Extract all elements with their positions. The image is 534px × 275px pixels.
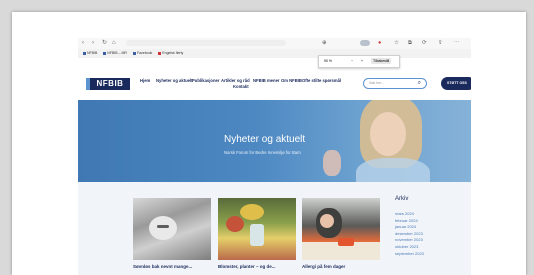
zoom-in-button[interactable]: +: [361, 56, 363, 67]
document-page: ‹ › ↻ ⌂ ⊕ ● ☆ ⧉ ⟳ ⇪ ⋯ NFBIB NFBIB – MR F…: [12, 12, 526, 275]
archive-link[interactable]: oktober 2023: [395, 244, 461, 251]
post-thumbnail[interactable]: [218, 198, 296, 260]
zoom-level: 90 %: [324, 59, 332, 63]
menu-item-publikasjoner[interactable]: Publikasjoner: [192, 78, 219, 83]
archive-link[interactable]: januar 2024: [395, 224, 461, 231]
reload-icon[interactable]: ↻: [102, 40, 107, 46]
profile-avatar[interactable]: [360, 40, 370, 46]
baby-eye-shape: [157, 225, 169, 228]
bookmarks-bar: NFBIB NFBIB – MR Facebook Engelsk flerty: [78, 49, 471, 58]
zoom-reset-button[interactable]: Tilbakestill: [371, 58, 392, 64]
site-header: NFBIB Hjem Nyheter og aktuelt Publikasjo…: [78, 68, 471, 100]
flower-shape: [226, 216, 244, 232]
child-face-shape: [320, 214, 334, 228]
forward-icon[interactable]: ›: [92, 40, 94, 46]
bookmark-icon: [103, 51, 107, 55]
browser-toolbar: ‹ › ↻ ⌂ ⊕ ● ☆ ⧉ ⟳ ⇪ ⋯: [78, 38, 471, 49]
hero-shirt-shape: [356, 158, 430, 182]
zoom-out-button[interactable]: −: [351, 56, 353, 67]
news-content: Søvnløs bak nevnt mange... Blomster, pla…: [78, 182, 471, 275]
bookmark-item[interactable]: NFBIB – MR: [103, 51, 127, 55]
post-thumbnail[interactable]: [302, 198, 380, 260]
post-title[interactable]: Allergi på fem dager: [302, 264, 345, 269]
toy-shape: [338, 238, 354, 246]
bookmark-item[interactable]: Facebook: [132, 51, 152, 55]
post-title[interactable]: Søvnløs bak nevnt mange...: [133, 264, 192, 269]
support-button[interactable]: STØTT OSS: [441, 77, 471, 90]
bookmark-item[interactable]: NFBIB: [83, 51, 97, 55]
hero-child-image: [354, 100, 432, 182]
archive-link[interactable]: desember 2023: [395, 231, 461, 238]
hero-subtitle: Norsk Forum for Bedre Innemiljø for Barn: [224, 150, 301, 155]
baby-head-shape: [149, 216, 177, 240]
archive-title: Arkiv: [395, 196, 409, 202]
browser-screenshot: ‹ › ↻ ⌂ ⊕ ● ☆ ⧉ ⟳ ⇪ ⋯ NFBIB NFBIB – MR F…: [78, 38, 471, 275]
bookmark-star-icon[interactable]: ☆: [394, 40, 399, 46]
zoom-icon[interactable]: ⊕: [322, 40, 327, 46]
sync-icon[interactable]: ⟳: [422, 40, 427, 46]
menu-item-faq[interactable]: Ofte stilte spørsmål: [302, 78, 341, 83]
search-icon[interactable]: ⌕: [418, 79, 421, 88]
extension-icon[interactable]: ●: [378, 40, 381, 46]
menu-item-om-nfbib[interactable]: Om NFBIB: [281, 78, 302, 83]
bookmark-icon: [83, 51, 86, 55]
hero-face-shape: [370, 112, 406, 156]
archive-link[interactable]: februar 2024: [395, 218, 461, 225]
facebook-icon: [132, 51, 136, 55]
hero-hand-shape: [323, 150, 341, 176]
menu-item-kontakt[interactable]: Kontakt: [233, 84, 249, 89]
menu-item-hjem[interactable]: Hjem: [140, 78, 150, 83]
archive-link[interactable]: september 2023: [395, 251, 461, 258]
vase-shape: [250, 224, 264, 246]
hero-title: Nyheter og aktuelt: [224, 134, 306, 145]
site-logo[interactable]: NFBIB: [86, 78, 130, 90]
archive-sidebar: Arkiv mars 2024 februar 2024 januar 2024…: [395, 196, 461, 257]
post-title[interactable]: Blomster, planter – og de...: [218, 264, 276, 269]
bookmark-item[interactable]: Engelsk flerty: [158, 51, 183, 55]
search-input[interactable]: Søk her... ⌕: [363, 78, 427, 89]
post-thumbnail[interactable]: [133, 198, 211, 260]
menu-item-nfbib-mener[interactable]: NFBIB mener: [253, 78, 280, 83]
zoom-popup: 90 % − + Tilbakestill: [318, 55, 400, 68]
search-placeholder: Søk her...: [369, 81, 384, 85]
menu-dots-icon[interactable]: ⋯: [454, 40, 460, 46]
collections-icon[interactable]: ⧉: [408, 40, 412, 46]
menu-item-artikler[interactable]: Artikler og råd: [221, 78, 250, 83]
archive-link[interactable]: november 2023: [395, 237, 461, 244]
address-bar[interactable]: [126, 40, 286, 46]
hero-banner: Nyheter og aktuelt Norsk Forum for Bedre…: [78, 100, 471, 182]
menu-item-nyheter[interactable]: Nyheter og aktuelt: [156, 78, 193, 83]
share-icon[interactable]: ⇪: [438, 40, 443, 46]
flower-shape: [240, 204, 264, 220]
archive-link[interactable]: mars 2024: [395, 211, 461, 218]
bookmark-icon: [158, 51, 162, 55]
home-icon[interactable]: ⌂: [112, 40, 116, 46]
back-icon[interactable]: ‹: [82, 40, 84, 46]
